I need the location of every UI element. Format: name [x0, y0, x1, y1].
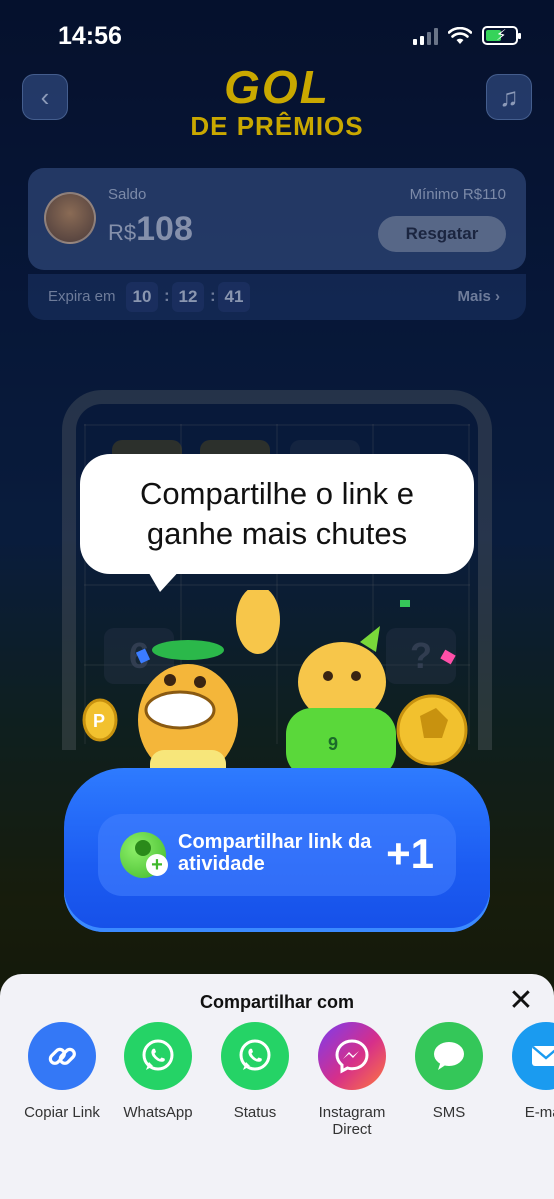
share-app-copy-link[interactable]: Copiar Link	[14, 1020, 110, 1121]
expiry-label: Expira em	[48, 288, 116, 305]
share-sheet: Compartilhar com ✕ Copiar Link WhatsApp	[0, 974, 554, 1199]
app-label: WhatsApp	[123, 1104, 193, 1121]
timer-separator: :	[210, 286, 216, 305]
timer-hours: 10	[126, 282, 158, 312]
share-activity-label: Compartilhar link da atividade	[178, 831, 372, 875]
timer-separator: :	[164, 286, 170, 305]
music-button[interactable]: ♫	[486, 74, 532, 120]
app-label: Copiar Link	[24, 1104, 100, 1121]
cellular-signal-icon	[413, 27, 438, 45]
balance-currency: R$	[108, 220, 137, 245]
avatar	[44, 192, 96, 244]
share-app-status[interactable]: Status	[207, 1020, 303, 1121]
minimum-label: Mínimo R$110	[409, 186, 506, 203]
close-icon[interactable]: ✕	[506, 986, 536, 1016]
svg-text:9: 9	[328, 734, 338, 754]
balance-amount: 108	[136, 210, 193, 248]
share-app-whatsapp[interactable]: WhatsApp	[110, 1020, 206, 1121]
app-label: Instagram Direct	[318, 1104, 386, 1138]
redeem-button[interactable]: Resgatar	[378, 216, 506, 252]
logo-subtitle: DE PRÊMIOS	[190, 111, 364, 141]
messenger-icon	[318, 1022, 386, 1090]
speech-bubble-tail	[146, 568, 182, 592]
more-link[interactable]: Mais ›	[457, 288, 500, 305]
link-icon	[28, 1022, 96, 1090]
battery-icon: ⚡	[482, 26, 521, 45]
promo-speech-bubble: Compartilhe o link e ganhe mais chutes	[80, 454, 474, 574]
app-label: E-mail	[524, 1104, 554, 1121]
expiry-row: Expira em 10 : 12 : 41 Mais ›	[28, 274, 526, 320]
balance-value: R$108	[108, 210, 193, 249]
email-icon	[512, 1022, 554, 1090]
music-note-icon: ♫	[499, 81, 519, 112]
status-icons: ⚡	[413, 26, 521, 45]
wifi-icon	[448, 26, 472, 44]
app-label: SMS	[432, 1104, 466, 1121]
svg-text:P: P	[93, 711, 105, 731]
share-apps-row: Copiar Link WhatsApp Status Instagram Di…	[0, 1020, 554, 1150]
status-time: 14:56	[58, 22, 122, 50]
app-label: Status	[233, 1104, 277, 1121]
whatsapp-status-icon	[221, 1022, 289, 1090]
game-logo: GOL DE PRÊMIOS	[0, 62, 554, 140]
sms-icon	[415, 1022, 483, 1090]
mascots-illustration: P 10 9	[82, 590, 468, 790]
share-app-email[interactable]: E-mail	[498, 1020, 554, 1121]
logo-title: GOL	[224, 61, 330, 113]
whatsapp-icon	[124, 1022, 192, 1090]
share-sheet-title: Compartilhar com	[199, 992, 355, 1012]
share-app-instagram-direct[interactable]: Instagram Direct	[304, 1020, 400, 1138]
share-app-sms[interactable]: SMS	[401, 1020, 497, 1121]
timer-seconds: 41	[218, 282, 250, 312]
status-bar: 14:56 ⚡	[0, 0, 554, 70]
share-bonus-count: +1	[386, 830, 434, 877]
add-user-icon: +	[120, 832, 168, 878]
timer-minutes: 12	[172, 282, 204, 312]
balance-label: Saldo	[108, 186, 147, 203]
share-activity-button[interactable]: + Compartilhar link da atividade +1	[98, 814, 456, 896]
balance-card: Saldo R$108 Mínimo R$110 Resgatar	[28, 168, 526, 270]
